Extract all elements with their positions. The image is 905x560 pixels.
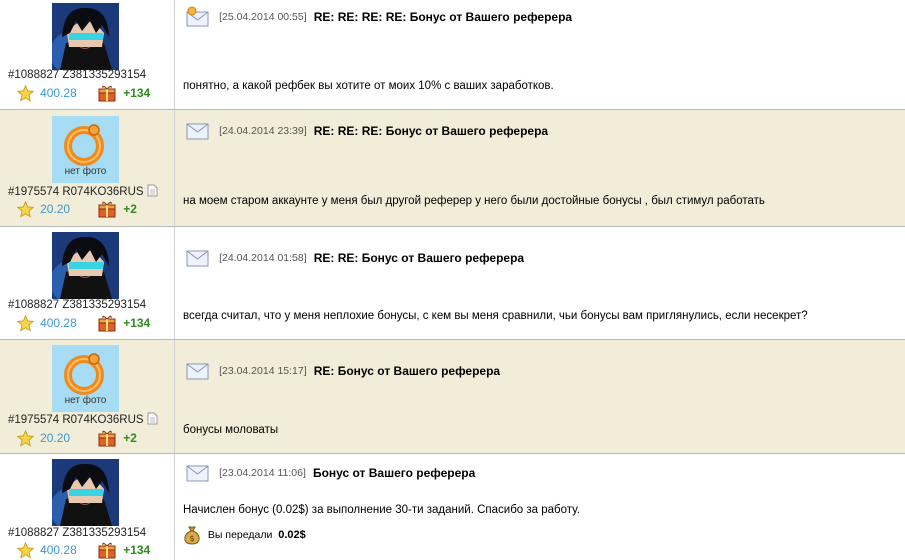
user-id[interactable]: #1088827 Z381335293154 (8, 527, 146, 539)
post-author-panel: нет фото #1975574 R074KO36RUS 20.20 +2 (0, 340, 175, 453)
karma-value: +134 (123, 543, 151, 557)
no-photo-label: нет фото (64, 166, 107, 177)
post-body: бонусы моловаты (183, 424, 279, 436)
no-photo-label: нет фото (64, 395, 107, 406)
forum-post: #1088827 Z381335293154 400.28 +134 [25.0… (0, 0, 905, 110)
envelope-icon (186, 123, 209, 140)
avatar[interactable] (52, 459, 119, 526)
money-bag-icon: $ (184, 526, 200, 545)
post-body: на моем старом аккаунте у меня был друго… (183, 195, 765, 207)
rating-value: 400.28 (40, 86, 77, 100)
document-icon[interactable] (147, 412, 158, 425)
forum-post: #1088827 Z381335293154 400.28 +134 [24.0… (0, 227, 905, 340)
transfer-label: Вы передали (207, 529, 273, 541)
document-icon[interactable] (147, 184, 158, 197)
avatar[interactable] (52, 3, 119, 70)
rating-value: 20.20 (40, 202, 71, 216)
forum-post: #1088827 Z381335293154 400.28 +134 [23.0… (0, 454, 905, 560)
post-date: [24.04.2014 23:39] (219, 125, 307, 137)
post-date: [23.04.2014 15:17] (219, 365, 307, 377)
post-header: [23.04.2014 11:06] Бонус от Вашего рефер… (186, 462, 475, 484)
karma-value: +2 (123, 431, 137, 445)
svg-text:$: $ (189, 534, 194, 543)
gift-box-icon (98, 85, 116, 102)
forum-thread: #1088827 Z381335293154 400.28 +134 [25.0… (0, 0, 905, 560)
star-icon (17, 429, 34, 447)
forum-post: нет фото #1975574 R074KO36RUS 20.20 +2 [… (0, 110, 905, 227)
post-header: [24.04.2014 01:58] RE: RE: Бонус от Ваше… (186, 247, 524, 269)
envelope-icon (186, 250, 209, 267)
gift-box-icon (98, 315, 116, 332)
user-id[interactable]: #1975574 R074KO36RUS (8, 412, 158, 426)
star-icon (17, 200, 34, 218)
post-header: [25.04.2014 00:55] RE: RE: RE: RE: Бонус… (186, 6, 572, 28)
post-author-panel: #1088827 Z381335293154 400.28 +134 (0, 454, 175, 560)
star-icon (17, 314, 34, 332)
rating-value: 400.28 (40, 316, 77, 330)
karma-value: +2 (123, 202, 137, 216)
transfer-amount: 0.02$ (278, 529, 306, 541)
user-id[interactable]: #1975574 R074KO36RUS (8, 184, 158, 198)
user-stats: 400.28 +134 (17, 541, 150, 559)
star-icon (17, 541, 34, 559)
post-author-panel: нет фото #1975574 R074KO36RUS 20.20 +2 (0, 110, 175, 226)
post-date: [24.04.2014 01:58] (219, 252, 307, 264)
post-subject[interactable]: RE: Бонус от Вашего реферера (314, 364, 500, 378)
post-content: [23.04.2014 15:17] RE: Бонус от Вашего р… (176, 340, 905, 453)
post-subject[interactable]: RE: RE: RE: RE: Бонус от Вашего реферера (314, 10, 572, 24)
post-content: [25.04.2014 00:55] RE: RE: RE: RE: Бонус… (176, 0, 905, 109)
post-date: [25.04.2014 00:55] (219, 11, 307, 23)
post-body: всегда считал, что у меня неплохие бонус… (183, 310, 808, 322)
forum-post: нет фото #1975574 R074KO36RUS 20.20 +2 [… (0, 340, 905, 454)
star-icon (17, 84, 34, 102)
post-subject[interactable]: RE: RE: RE: Бонус от Вашего реферера (314, 124, 548, 138)
transfer-note: $ Вы передали 0.02$ (183, 525, 306, 545)
karma-value: +134 (123, 86, 151, 100)
post-body: Начислен бонус (0.02$) за выполнение 30-… (183, 504, 580, 516)
user-stats: 20.20 +2 (17, 429, 137, 447)
post-content: [23.04.2014 11:06] Бонус от Вашего рефер… (176, 454, 905, 560)
avatar[interactable] (52, 232, 119, 299)
avatar[interactable]: нет фото (52, 345, 119, 412)
gift-box-icon (98, 542, 116, 559)
post-author-panel: #1088827 Z381335293154 400.28 +134 (0, 0, 175, 109)
post-author-panel: #1088827 Z381335293154 400.28 +134 (0, 227, 175, 339)
karma-value: +134 (123, 316, 151, 330)
user-stats: 400.28 +134 (17, 84, 150, 102)
gift-box-icon (98, 430, 116, 447)
rating-value: 20.20 (40, 431, 71, 445)
user-id[interactable]: #1088827 Z381335293154 (8, 69, 146, 81)
user-id[interactable]: #1088827 Z381335293154 (8, 299, 146, 311)
post-body: понятно, а какой рефбек вы хотите от мои… (183, 80, 554, 92)
rating-value: 400.28 (40, 543, 77, 557)
post-subject[interactable]: RE: RE: Бонус от Вашего реферера (314, 251, 524, 265)
user-stats: 400.28 +134 (17, 314, 150, 332)
post-content: [24.04.2014 23:39] RE: RE: RE: Бонус от … (176, 110, 905, 226)
user-stats: 20.20 +2 (17, 200, 137, 218)
gift-box-icon (98, 201, 116, 218)
envelope-icon (186, 363, 209, 380)
avatar[interactable]: нет фото (52, 116, 119, 183)
post-subject[interactable]: Бонус от Вашего реферера (313, 466, 475, 480)
post-content: [24.04.2014 01:58] RE: RE: Бонус от Ваше… (176, 227, 905, 339)
envelope-icon (186, 6, 209, 27)
post-header: [24.04.2014 23:39] RE: RE: RE: Бонус от … (186, 120, 548, 142)
envelope-icon (186, 465, 209, 482)
post-header: [23.04.2014 15:17] RE: Бонус от Вашего р… (186, 360, 500, 382)
post-date: [23.04.2014 11:06] (219, 467, 306, 479)
